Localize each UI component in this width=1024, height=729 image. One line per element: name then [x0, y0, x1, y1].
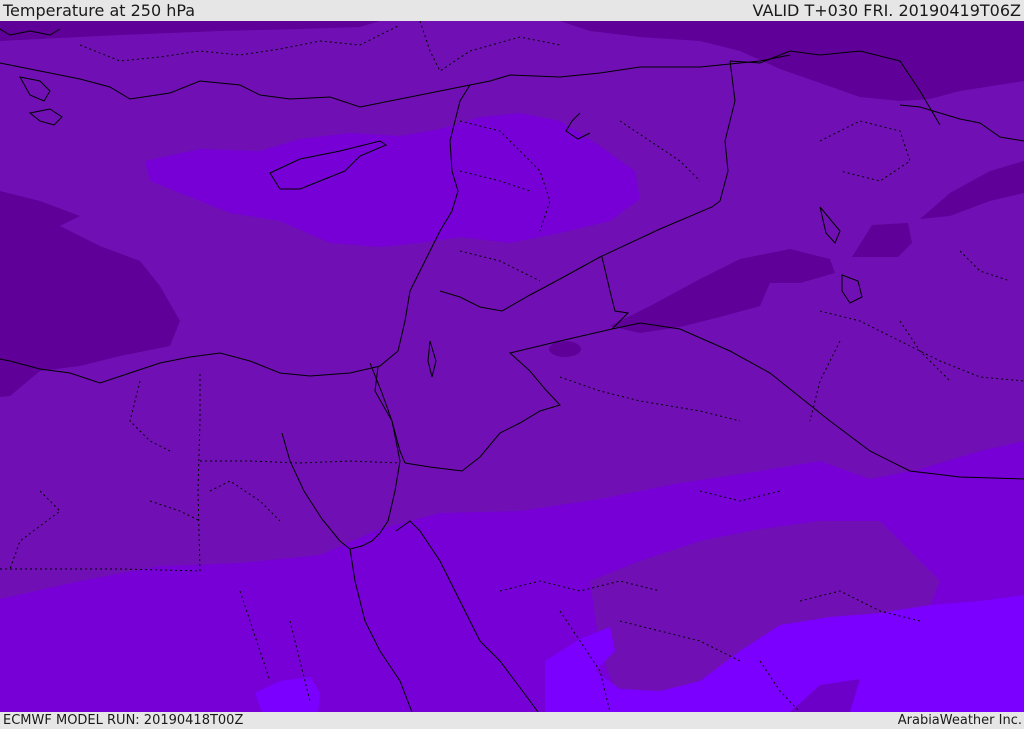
model-run-label: ECMWF MODEL RUN: 20190418T00Z [3, 713, 244, 728]
map-canvas [0, 21, 1024, 712]
header-bar: Temperature at 250 hPa VALID T+030 FRI. … [0, 0, 1024, 21]
temperature-band-dark-spot-3 [549, 341, 581, 357]
temperature-map[interactable] [0, 21, 1024, 712]
valid-time-label: VALID T+030 FRI. 20190419T06Z [752, 1, 1021, 20]
map-title: Temperature at 250 hPa [3, 1, 196, 20]
credit-label: ArabiaWeather Inc. [897, 713, 1022, 728]
footer-bar: ECMWF MODEL RUN: 20190418T00Z ArabiaWeat… [0, 712, 1024, 729]
